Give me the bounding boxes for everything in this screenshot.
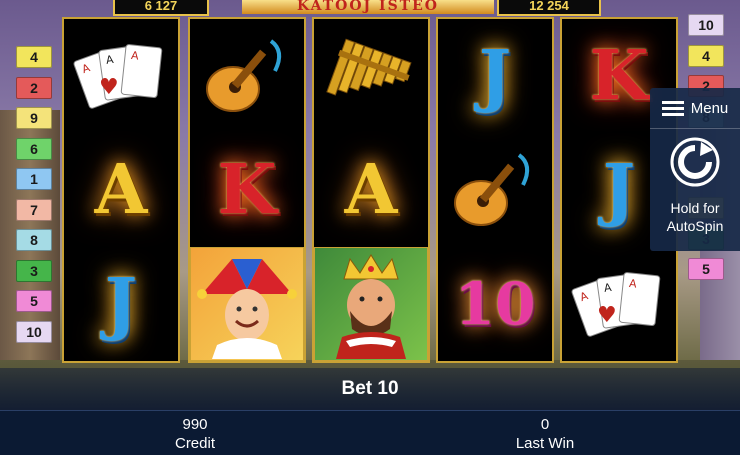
symbol-label: J <box>602 150 636 230</box>
symbol-label: J <box>104 264 138 344</box>
symbol-letter: A <box>314 133 428 247</box>
last-win-label: Last Win <box>515 435 575 452</box>
credit-label: Credit <box>174 435 215 452</box>
reel-3: A <box>312 17 430 363</box>
lute-icon <box>206 39 282 112</box>
payline-badge: 6 <box>16 137 52 160</box>
reel-2: K <box>188 17 306 363</box>
hamburger-icon <box>661 98 684 119</box>
menu-button[interactable]: Menu <box>650 88 740 129</box>
payline-badge: 3 <box>16 259 52 282</box>
symbol-letter: J <box>64 247 178 361</box>
svg-text:♥: ♥ <box>99 75 119 100</box>
symbol-letter: A <box>64 133 178 247</box>
symbol-king <box>314 247 428 361</box>
payline-badge: 4 <box>16 46 52 68</box>
symbol-label: A <box>344 150 398 230</box>
last-win-display: 0 Last Win <box>445 415 645 453</box>
payline-badge: 10 <box>688 14 724 36</box>
symbol-letter: K <box>190 133 304 247</box>
payline-badge: 10 <box>16 320 52 343</box>
payline-badge: 9 <box>16 107 52 129</box>
last-win-value: 0 <box>540 416 550 433</box>
cards-icon: A A A ♥ <box>73 44 163 109</box>
reel-4: J 10 <box>436 17 554 363</box>
cards-icon: A A A ♥ <box>571 272 661 337</box>
credit-display: 990 Credit <box>95 415 295 453</box>
autospin-label-line1: Hold for <box>670 200 720 216</box>
menu-label: Menu <box>690 99 729 117</box>
autospin-button[interactable]: Hold for AutoSpin <box>650 136 740 246</box>
symbol-jester <box>190 247 304 361</box>
panflute-icon <box>326 38 412 96</box>
game-logo: KATOOJ ISTEO <box>242 0 494 14</box>
payline-badge: 8 <box>16 229 52 251</box>
svg-text:♥: ♥ <box>597 303 617 328</box>
symbol-lute <box>438 133 552 247</box>
symbol-lute <box>190 19 304 133</box>
lute-icon <box>454 153 530 226</box>
payline-badge: 2 <box>16 76 52 99</box>
bet-bar[interactable]: Bet 10 <box>0 368 740 410</box>
symbol-label: K <box>217 150 277 230</box>
reel-area: A A A ♥ A J K A J 10 K J A A A ♥ <box>62 17 682 363</box>
symbol-panflute <box>314 19 428 133</box>
king-icon <box>336 254 406 359</box>
jackpot-counter-right: 12 254 <box>497 0 601 16</box>
bet-label: Bet 10 <box>341 378 399 399</box>
symbol-label: A <box>94 150 148 230</box>
symbol-label: J <box>478 36 512 116</box>
payline-badge: 5 <box>16 290 52 312</box>
symbol-letter: 10 <box>438 247 552 361</box>
jackpot-counter-left: 6 127 <box>113 0 209 16</box>
reel-1: A A A ♥ A J <box>62 17 180 363</box>
payline-badge: 1 <box>16 168 52 190</box>
credit-value: 990 <box>182 416 208 433</box>
symbol-label: 10 <box>454 270 536 338</box>
symbol-cards: A A A ♥ <box>64 19 178 133</box>
refresh-icon <box>670 137 720 187</box>
jester-icon <box>197 259 297 359</box>
status-bar: 990 Credit 0 Last Win <box>0 410 740 455</box>
payline-badge: 7 <box>16 198 52 221</box>
symbol-letter: J <box>438 19 552 133</box>
symbol-cards: A A A ♥ <box>562 247 676 361</box>
autospin-label-line2: AutoSpin <box>666 218 724 234</box>
payline-indicators-left: 4 2 9 6 1 7 8 3 5 10 <box>16 46 52 351</box>
symbol-label: K <box>589 36 649 116</box>
payline-badge: 4 <box>688 44 724 67</box>
payline-badge: 5 <box>688 258 724 280</box>
side-menu-panel: Menu Hold for AutoSpin <box>650 88 740 251</box>
